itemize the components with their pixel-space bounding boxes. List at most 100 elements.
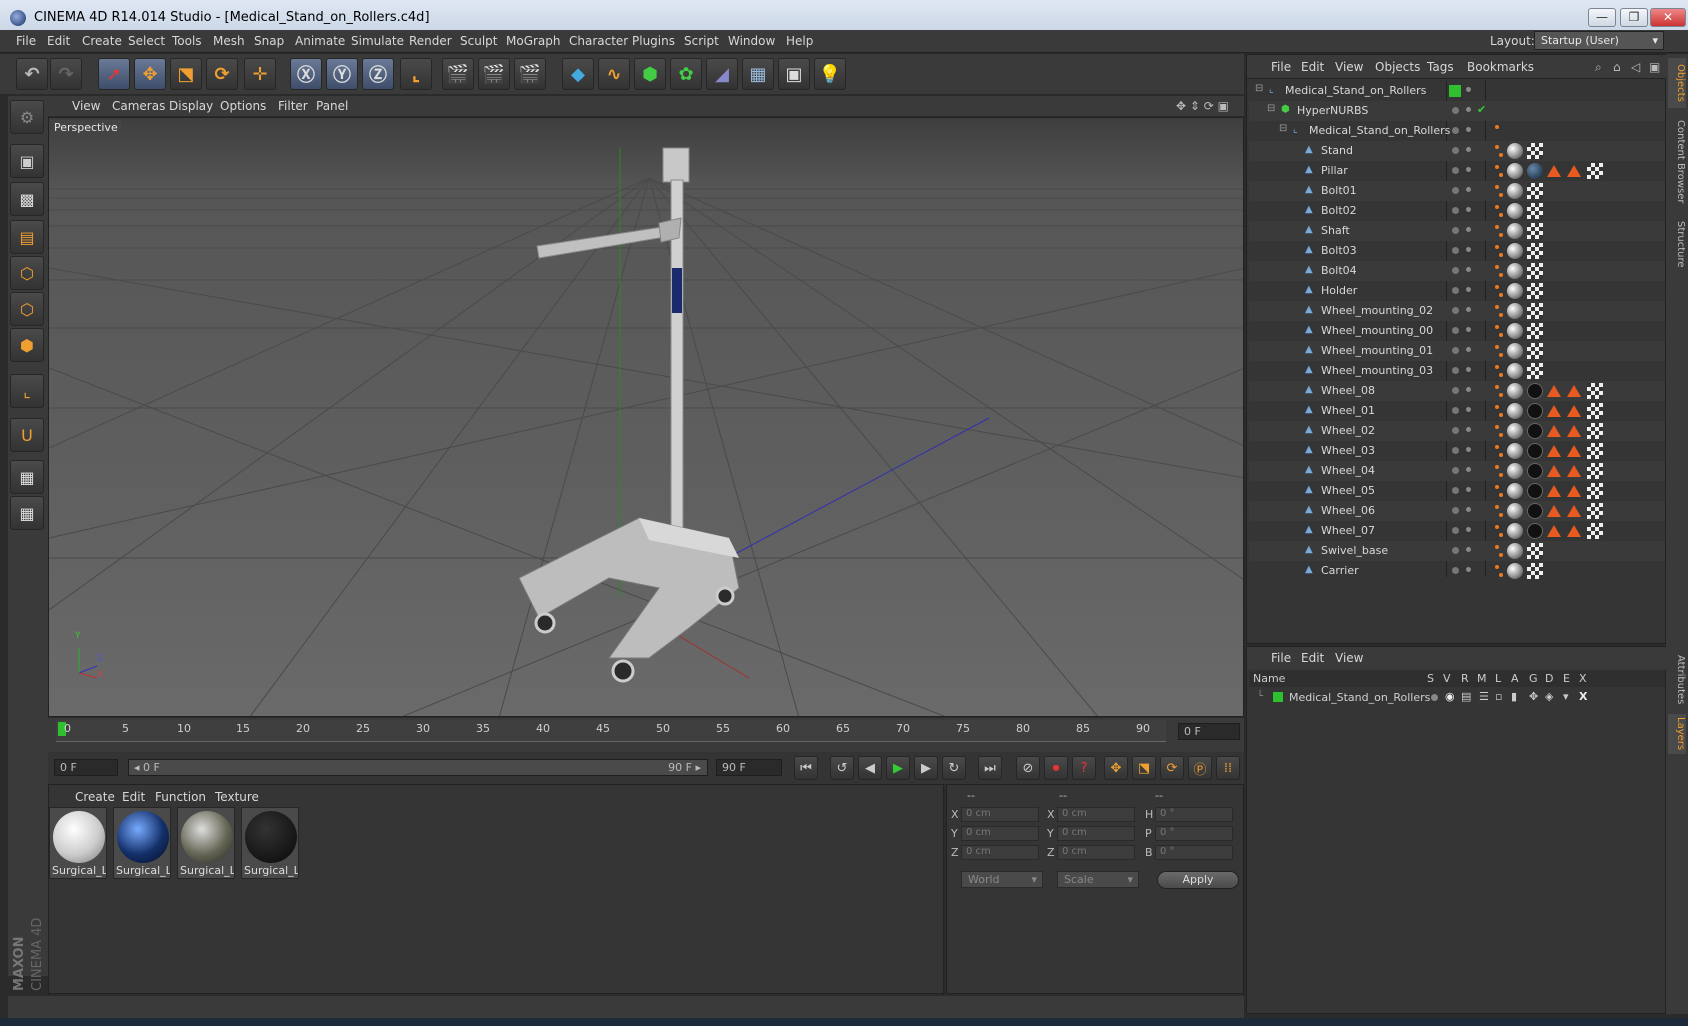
render-visibility-dot[interactable] [1466, 107, 1471, 112]
key-scale-button[interactable]: ⬔ [1132, 756, 1156, 780]
phong-tag-icon[interactable] [1507, 483, 1523, 499]
object-row[interactable]: ▲ Bolt01 [1249, 181, 1665, 201]
render-picture-viewer-button[interactable]: 🎬 [478, 58, 510, 90]
perspective-viewport[interactable]: Perspective Y Z X [48, 117, 1244, 717]
object-row[interactable]: ▲ Wheel_06 [1249, 501, 1665, 521]
undo-button[interactable]: ↶ [16, 58, 48, 90]
menu-help[interactable]: Help [786, 34, 813, 48]
lock-icon[interactable]: ▫ [1495, 690, 1502, 703]
coord-space-select[interactable]: World ▾ [961, 871, 1043, 888]
visibility-dot[interactable] [1452, 347, 1459, 354]
object-row[interactable]: ▲ Holder [1249, 281, 1665, 301]
rot-b-field[interactable]: 0 ° [1155, 845, 1233, 860]
pos-y-field[interactable]: 0 cm [961, 826, 1039, 841]
light-button[interactable]: 💡 [814, 58, 846, 90]
object-name[interactable]: Wheel_03 [1321, 444, 1375, 457]
object-name[interactable]: HyperNURBS [1297, 104, 1368, 117]
layer-menu-view[interactable]: View [1335, 651, 1363, 665]
render-visibility-dot[interactable] [1466, 227, 1471, 232]
texture-tag-icon[interactable] [1527, 543, 1543, 559]
visibility-dot[interactable] [1452, 387, 1459, 394]
texture-tag-icon[interactable] [1527, 283, 1543, 299]
warning-tag-icon[interactable] [1547, 425, 1561, 437]
object-row[interactable]: ▲ Wheel_01 [1249, 401, 1665, 421]
warning-tag-icon[interactable] [1567, 405, 1581, 417]
material-menu-function[interactable]: Function [155, 790, 206, 804]
object-name[interactable]: Wheel_08 [1321, 384, 1375, 397]
go-to-start-button[interactable]: ⏮ [794, 756, 818, 780]
eye-icon[interactable]: ◉ [1445, 690, 1455, 703]
rot-p-field[interactable]: 0 ° [1155, 826, 1233, 841]
layer-col-deformers[interactable]: D [1545, 672, 1553, 685]
visibility-dot[interactable] [1452, 367, 1459, 374]
object-row[interactable]: ▲ Wheel_08 [1249, 381, 1665, 401]
obj-menu-tags[interactable]: Tags [1427, 60, 1454, 74]
solo-toggle[interactable] [1431, 694, 1438, 701]
visibility-dot[interactable] [1452, 207, 1459, 214]
material-tag-icon[interactable] [1527, 443, 1543, 459]
visibility-dot[interactable] [1452, 487, 1459, 494]
go-to-end-button[interactable]: ⏭ [978, 756, 1002, 780]
size-y-field[interactable]: 0 cm [1057, 826, 1135, 841]
coord-mode-select[interactable]: Scale ▾ [1057, 871, 1139, 888]
key-rotation-button[interactable]: ⟳ [1160, 756, 1184, 780]
menu-snap[interactable]: Snap [254, 34, 284, 48]
expand-toggle-icon[interactable]: ⊟ [1267, 103, 1275, 114]
render-visibility-dot[interactable] [1466, 447, 1471, 452]
object-row[interactable]: ⊟ ⌞ Medical_Stand_on_Rollers [1249, 81, 1665, 101]
warning-tag-icon[interactable] [1547, 405, 1561, 417]
menu-sculpt[interactable]: Sculpt [460, 34, 497, 48]
render-clapper-icon[interactable]: ▤ [1461, 690, 1471, 703]
object-name[interactable]: Wheel_mounting_02 [1321, 304, 1433, 317]
render-visibility-dot[interactable] [1466, 247, 1471, 252]
phong-tag-icon[interactable] [1507, 423, 1523, 439]
tab-layers[interactable]: Layers [1668, 714, 1686, 754]
material-tag-icon[interactable] [1527, 403, 1543, 419]
warning-tag-icon[interactable] [1547, 485, 1561, 497]
new-window-icon[interactable]: ▣ [1649, 60, 1660, 74]
menu-plugins[interactable]: Plugins [632, 34, 675, 48]
layout-select[interactable]: Startup (User) ▾ [1534, 31, 1664, 50]
pos-x-field[interactable]: 0 cm [961, 807, 1039, 822]
close-button[interactable]: ✕ [1650, 8, 1686, 27]
edges-mode-button[interactable]: ⬡ [10, 292, 44, 326]
object-name[interactable]: Wheel_07 [1321, 524, 1375, 537]
object-row[interactable]: ▲ Wheel_07 [1249, 521, 1665, 541]
object-name[interactable]: Wheel_06 [1321, 504, 1375, 517]
render-visibility-dot[interactable] [1466, 127, 1471, 132]
viewport-menu-view[interactable]: View [72, 99, 100, 113]
obj-menu-file[interactable]: File [1271, 60, 1291, 74]
render-visibility-dot[interactable] [1466, 367, 1471, 372]
object-name[interactable]: Holder [1321, 284, 1357, 297]
menu-simulate[interactable]: Simulate [351, 34, 404, 48]
layer-color-swatch[interactable] [1273, 692, 1283, 702]
texture-tag-icon[interactable] [1527, 243, 1543, 259]
texture-tag-icon[interactable] [1527, 263, 1543, 279]
object-row[interactable]: ▲ Bolt04 [1249, 261, 1665, 281]
deformer-button[interactable]: ◢ [706, 58, 738, 90]
layer-col-expressions[interactable]: E [1563, 672, 1570, 685]
texture-tag-icon[interactable] [1527, 203, 1543, 219]
timeline-ruler[interactable]: 0 5 10 15 20 25 30 35 40 45 50 55 60 65 … [48, 718, 1244, 752]
phong-tag-icon[interactable] [1507, 463, 1523, 479]
key-param-button[interactable]: Ⓟ [1188, 756, 1212, 780]
layer-col-manager[interactable]: M [1477, 672, 1487, 685]
object-name[interactable]: Medical_Stand_on_Rollers [1285, 84, 1426, 97]
object-name[interactable]: Carrier [1321, 564, 1359, 577]
material-tag-icon[interactable] [1527, 463, 1543, 479]
warning-tag-icon[interactable] [1567, 165, 1581, 177]
object-row[interactable]: ▲ Swivel_base [1249, 541, 1665, 561]
tab-attributes[interactable]: Attributes [1668, 650, 1686, 710]
visibility-dot[interactable] [1452, 507, 1459, 514]
minimize-button[interactable]: — [1588, 8, 1616, 27]
object-name[interactable]: Wheel_mounting_03 [1321, 364, 1433, 377]
locked-workplane-button[interactable]: ▦ [10, 496, 44, 530]
visibility-dot[interactable] [1452, 307, 1459, 314]
texture-tag-icon[interactable] [1587, 503, 1603, 519]
texture-tag-icon[interactable] [1587, 463, 1603, 479]
render-visibility-dot[interactable] [1466, 147, 1471, 152]
layer-color-badge[interactable] [1449, 85, 1461, 97]
live-selection-button[interactable]: ➚ [98, 58, 130, 90]
warning-tag-icon[interactable] [1567, 485, 1581, 497]
layer-col-solo[interactable]: S [1427, 672, 1434, 685]
